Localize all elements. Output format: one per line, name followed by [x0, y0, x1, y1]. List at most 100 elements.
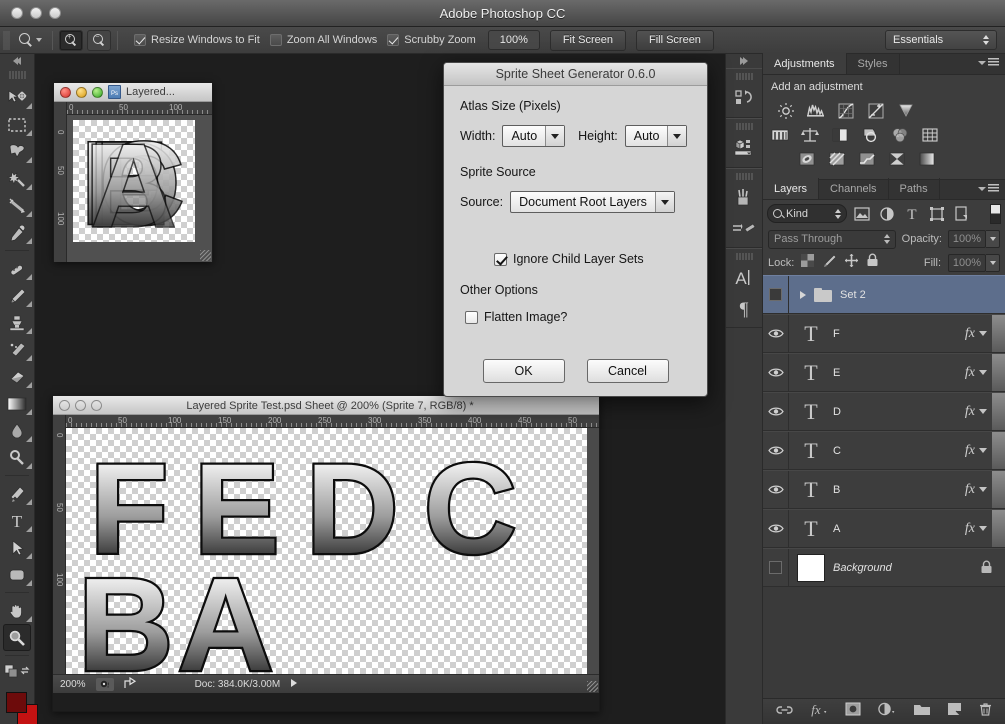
opacity-stepper[interactable] [986, 230, 1000, 248]
color-lookup-button[interactable] [918, 125, 942, 145]
horizontal-type-tool[interactable]: T [0, 507, 34, 534]
dock-drag-handle[interactable] [735, 71, 753, 81]
link-layers-button[interactable] [775, 703, 793, 721]
swap-screen-tools[interactable] [0, 660, 34, 682]
ok-button[interactable]: OK [482, 359, 565, 383]
small-document-canvas-area[interactable]: F E D C B A [67, 115, 212, 262]
crop-tool[interactable] [0, 192, 34, 219]
chevron-down-icon[interactable] [654, 192, 674, 212]
fx-icon[interactable]: fx [965, 404, 975, 420]
vibrance-button[interactable] [894, 101, 918, 121]
effects-expand-toggle[interactable] [977, 409, 989, 414]
dock-expand-button[interactable] [726, 54, 762, 68]
layer-name[interactable]: A [833, 523, 840, 535]
status-menu-arrow-icon[interactable] [290, 678, 299, 691]
close-button[interactable] [59, 399, 70, 411]
effects-expand-toggle[interactable] [977, 370, 989, 375]
filter-smart-object-button[interactable] [952, 204, 972, 224]
fx-icon[interactable]: fx [965, 365, 975, 381]
scrollbar-thumb[interactable] [992, 471, 1005, 508]
layer-visibility-toggle[interactable] [763, 393, 789, 430]
zoom-percent-field[interactable]: 100% [487, 30, 540, 50]
threshold-button[interactable] [855, 149, 879, 169]
character-panel-button[interactable]: A [726, 263, 762, 293]
minimize-button[interactable] [75, 399, 86, 411]
adjustments-panel-menu-button[interactable] [978, 58, 999, 67]
posterize-button[interactable] [825, 149, 849, 169]
lasso-tool[interactable] [0, 138, 34, 165]
options-bar-grip[interactable] [3, 30, 10, 50]
cancel-button[interactable]: Cancel [586, 359, 669, 383]
table-row[interactable]: Set 2 [763, 275, 1005, 314]
mini-bridge-button[interactable] [726, 133, 762, 163]
paragraph-panel-button[interactable]: ¶ [726, 293, 762, 323]
minimize-button[interactable] [76, 86, 87, 98]
zoom-tool[interactable] [3, 624, 31, 651]
layer-effects-cell[interactable]: fx [965, 482, 992, 498]
fx-icon[interactable]: fx [965, 482, 975, 498]
layer-style-button[interactable]: fx [809, 702, 829, 722]
blend-mode-select[interactable]: Pass Through [768, 229, 896, 249]
layer-effects-cell[interactable]: fx [965, 404, 992, 420]
scrollbar-thumb[interactable] [992, 510, 1005, 547]
sheet-canvas[interactable]: F E D C B A [66, 428, 587, 674]
pen-tool[interactable] [0, 480, 34, 507]
fx-icon[interactable]: fx [965, 326, 975, 342]
fit-screen-button[interactable]: Fit Screen [549, 29, 626, 51]
table-row[interactable]: Background [763, 548, 1005, 587]
new-adjustment-layer-button[interactable] [877, 702, 897, 722]
history-brush-tool[interactable] [0, 336, 34, 363]
layer-visibility-toggle[interactable] [763, 549, 789, 586]
color-balance-button[interactable] [798, 125, 822, 145]
invert-button[interactable] [795, 149, 819, 169]
layer-visibility-toggle[interactable] [763, 510, 789, 547]
layer-visibility-toggle[interactable] [763, 432, 789, 469]
window-controls[interactable] [59, 399, 102, 411]
filter-pixel-button[interactable] [852, 204, 872, 224]
sprite-sheet-generator-dialog[interactable]: Sprite Sheet Generator 0.6.0 Atlas Size … [443, 62, 708, 397]
hue-saturation-button[interactable] [768, 125, 792, 145]
fill-stepper[interactable] [986, 254, 1000, 272]
tab-styles[interactable]: Styles [847, 53, 900, 74]
zoom-button[interactable] [91, 399, 102, 411]
brush-panel-button[interactable] [726, 183, 762, 213]
filter-type-button[interactable]: T [902, 204, 922, 224]
zoom-button[interactable] [92, 86, 103, 98]
fill-screen-button[interactable]: Fill Screen [635, 29, 714, 51]
layer-name[interactable]: D [833, 406, 841, 418]
color-swatches[interactable] [0, 688, 38, 724]
path-selection-tool[interactable] [0, 534, 34, 561]
lock-pixels-button[interactable] [821, 254, 837, 273]
rectangular-marquee-tool[interactable] [0, 111, 34, 138]
resize-windows-to-fit-checkbox[interactable]: Resize Windows to Fit [134, 34, 260, 46]
document-window-small[interactable]: Layered... 0 50 100 0 50 100 [53, 82, 213, 262]
magic-wand-tool[interactable] [0, 165, 34, 192]
layer-visibility-toggle[interactable] [763, 315, 789, 352]
tab-adjustments[interactable]: Adjustments [763, 53, 847, 74]
zoom-out-button[interactable]: − [87, 29, 111, 51]
close-button[interactable] [60, 86, 71, 98]
effects-expand-toggle[interactable] [977, 448, 989, 453]
zoom-all-windows-checkbox[interactable]: Zoom All Windows [269, 34, 377, 46]
layer-effects-cell[interactable]: fx [965, 443, 992, 459]
eraser-tool[interactable] [0, 363, 34, 390]
gradient-tool[interactable] [0, 390, 34, 417]
scrollbar-thumb[interactable] [992, 354, 1005, 391]
rounded-rectangle-tool[interactable] [0, 561, 34, 588]
filter-toggle-switch[interactable] [990, 203, 1001, 224]
checkbox-box[interactable] [134, 34, 146, 46]
ignore-child-layer-sets-checkbox[interactable]: Ignore Child Layer Sets [494, 252, 691, 266]
table-row[interactable]: T E fx [763, 353, 1005, 392]
status-preferences-button[interactable] [95, 677, 114, 691]
layers-panel-menu-button[interactable] [978, 184, 999, 193]
layer-effects-cell[interactable]: fx [965, 365, 992, 381]
layer-name[interactable]: B [833, 484, 840, 496]
history-panel-button[interactable] [726, 83, 762, 113]
table-row[interactable]: T A fx [763, 509, 1005, 548]
scrollbar-thumb[interactable] [992, 393, 1005, 430]
move-tool[interactable] [0, 84, 34, 111]
sheet-canvas-area[interactable]: F E D C B A [66, 428, 599, 674]
fx-icon[interactable]: fx [965, 521, 975, 537]
checkbox-box[interactable] [465, 310, 478, 324]
spot-healing-brush-tool[interactable] [0, 255, 34, 282]
